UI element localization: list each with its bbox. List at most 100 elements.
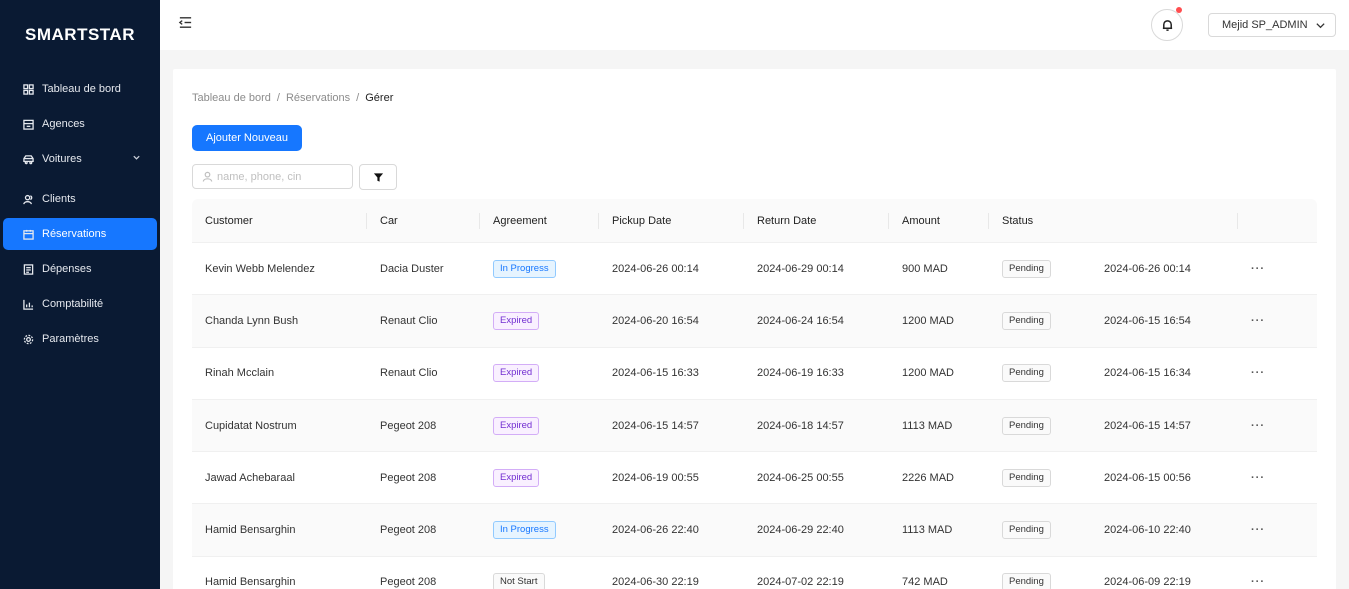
- more-actions-icon[interactable]: ···: [1251, 524, 1265, 536]
- main-card: Tableau de bord / Réservations / Gérer A…: [173, 69, 1336, 589]
- row-actions-cell: ···: [1238, 315, 1317, 327]
- column-header[interactable]: Agreement: [480, 199, 599, 242]
- agreement-cell: Expired: [480, 416, 599, 435]
- breadcrumb-current: Gérer: [365, 92, 394, 104]
- building-icon: [22, 118, 34, 130]
- sidebar-item-label: Tableau de bord: [42, 83, 121, 95]
- search-input[interactable]: [217, 170, 347, 183]
- return-date-cell: 2024-06-29 00:14: [757, 262, 844, 275]
- return-date-cell: 2024-06-29 22:40: [757, 524, 844, 537]
- car-cell: Renaut Clio: [380, 314, 438, 327]
- user-menu-dropdown[interactable]: Mejid SP_ADMIN: [1208, 13, 1336, 37]
- dashboard-icon: [22, 83, 34, 95]
- column-header[interactable]: Pickup Date: [599, 199, 744, 242]
- pickup-date-cell: 2024-06-26 00:14: [612, 262, 699, 275]
- return-date-cell: 2024-06-25 00:55: [757, 471, 844, 484]
- return-date-cell: 2024-06-19 16:33: [757, 367, 844, 380]
- status-badge: Pending: [1002, 259, 1051, 278]
- column-header[interactable]: Return Date: [744, 199, 889, 242]
- agreement-tag: Expired: [493, 364, 540, 383]
- settings-icon: [22, 333, 34, 345]
- sidebar-item-label: Comptabilité: [42, 298, 104, 310]
- column-header[interactable]: Car: [367, 199, 480, 242]
- chevron-down-icon: [1315, 20, 1326, 34]
- sidebar-item-clients[interactable]: Clients: [3, 183, 157, 215]
- return-date-cell: 2024-06-18 14:57: [757, 419, 844, 432]
- created-date-cell: 2024-06-15 00:56: [1104, 471, 1191, 484]
- notification-dot: [1176, 7, 1182, 13]
- more-actions-icon[interactable]: ···: [1251, 420, 1265, 432]
- sidebar-nav: Tableau de bord Agences Voitures Clients…: [0, 73, 160, 355]
- more-actions-icon[interactable]: ···: [1251, 472, 1265, 484]
- row-actions-cell: ···: [1238, 524, 1317, 536]
- column-header[interactable]: Status: [989, 199, 1091, 242]
- breadcrumb: Tableau de bord / Réservations / Gérer: [192, 92, 394, 104]
- table-header: Customer Car Agreement Pickup Date Retur…: [192, 199, 1317, 243]
- table-row[interactable]: Jawad Achebaraal Pegeot 208 Expired 2024-06…: [192, 452, 1317, 505]
- created-date-cell: 2024-06-15 16:54: [1104, 314, 1191, 327]
- status-cell: Pending: [989, 521, 1091, 540]
- table-body: Kevin Webb Melendez Dacia Duster In Progre…: [192, 243, 1317, 589]
- bell-icon: [1162, 19, 1172, 31]
- table-row[interactable]: Chanda Lynn Bush Renaut Clio Expired 2024-0…: [192, 295, 1317, 348]
- status-badge: Pending: [1002, 521, 1051, 540]
- brand-logo[interactable]: SMARTSTAR: [0, 0, 160, 70]
- notification-bell-button[interactable]: [1151, 7, 1183, 41]
- filter-button[interactable]: [359, 164, 397, 190]
- amount-cell: 1200 MAD: [902, 367, 954, 380]
- agreement-cell: In Progress: [480, 259, 599, 278]
- status-cell: Pending: [989, 416, 1091, 435]
- status-cell: Pending: [989, 468, 1091, 487]
- agreement-tag: In Progress: [493, 259, 556, 278]
- table-row[interactable]: Hamid Bensarghin Pegeot 208 In Progress 202…: [192, 504, 1317, 557]
- sidebar: SMARTSTAR Tableau de bord Agences Voitur…: [0, 0, 160, 589]
- table-row[interactable]: Cupidatat Nostrum Pegeot 208 Expired 2024-0…: [192, 399, 1317, 453]
- created-date-cell: 2024-06-15 14:57: [1104, 419, 1191, 432]
- users-icon: [22, 193, 34, 205]
- agreement-tag: Not Start: [493, 573, 545, 589]
- amount-cell: 900 MAD: [902, 262, 948, 275]
- column-header[interactable]: Amount: [889, 199, 989, 242]
- sidebar-item-agences[interactable]: Agences: [3, 108, 157, 140]
- status-badge: Pending: [1002, 416, 1051, 435]
- status-badge: Pending: [1002, 364, 1051, 383]
- table-row[interactable]: Rinah Mcclain Renaut Clio Expired 2024-06-1…: [192, 348, 1317, 400]
- created-date-cell: 2024-06-26 00:14: [1104, 262, 1191, 275]
- column-header-empty: [1091, 199, 1238, 242]
- menu-toggle-icon[interactable]: [178, 15, 194, 31]
- sidebar-item-voitures[interactable]: Voitures: [3, 143, 157, 175]
- sidebar-item-label: Dépenses: [42, 263, 92, 275]
- sidebar-item-reservations[interactable]: Réservations: [3, 218, 157, 250]
- more-actions-icon[interactable]: ···: [1251, 367, 1265, 379]
- breadcrumb-item[interactable]: Tableau de bord: [192, 92, 271, 104]
- customer-cell: Cupidatat Nostrum: [205, 419, 297, 432]
- row-actions-cell: ···: [1238, 576, 1317, 588]
- more-actions-icon[interactable]: ···: [1251, 315, 1265, 327]
- return-date-cell: 2024-07-02 22:19: [757, 576, 844, 589]
- table-row[interactable]: Kevin Webb Melendez Dacia Duster In Progre…: [192, 243, 1317, 296]
- calendar-icon: [22, 228, 34, 240]
- pickup-date-cell: 2024-06-20 16:54: [612, 314, 699, 327]
- pickup-date-cell: 2024-06-30 22:19: [612, 576, 699, 589]
- more-actions-icon[interactable]: ···: [1251, 263, 1265, 275]
- pickup-date-cell: 2024-06-19 00:55: [612, 471, 699, 484]
- status-cell: Pending: [989, 573, 1091, 589]
- sidebar-item-tableau-de-bord[interactable]: Tableau de bord: [3, 73, 157, 105]
- breadcrumb-item[interactable]: Réservations: [286, 92, 350, 104]
- pickup-date-cell: 2024-06-15 14:57: [612, 419, 699, 432]
- column-header[interactable]: Customer: [192, 199, 367, 242]
- row-actions-cell: ···: [1238, 263, 1317, 275]
- sidebar-item-depenses[interactable]: Dépenses: [3, 253, 157, 285]
- add-new-button[interactable]: Ajouter Nouveau: [192, 125, 302, 151]
- user-name: Mejid SP_ADMIN: [1222, 19, 1308, 31]
- sidebar-item-parametres[interactable]: Paramètres: [3, 323, 157, 355]
- user-icon: [202, 171, 213, 182]
- table-row[interactable]: Hamid Bensarghin Pegeot 208 Not Start 2024-…: [192, 557, 1317, 589]
- amount-cell: 1113 MAD: [902, 524, 953, 537]
- status-cell: Pending: [989, 259, 1091, 278]
- more-actions-icon[interactable]: ···: [1251, 576, 1265, 588]
- pickup-date-cell: 2024-06-15 16:33: [612, 367, 699, 380]
- sidebar-item-comptabilite[interactable]: Comptabilité: [3, 288, 157, 320]
- row-actions-cell: ···: [1238, 367, 1317, 379]
- sidebar-item-label: Paramètres: [42, 333, 99, 345]
